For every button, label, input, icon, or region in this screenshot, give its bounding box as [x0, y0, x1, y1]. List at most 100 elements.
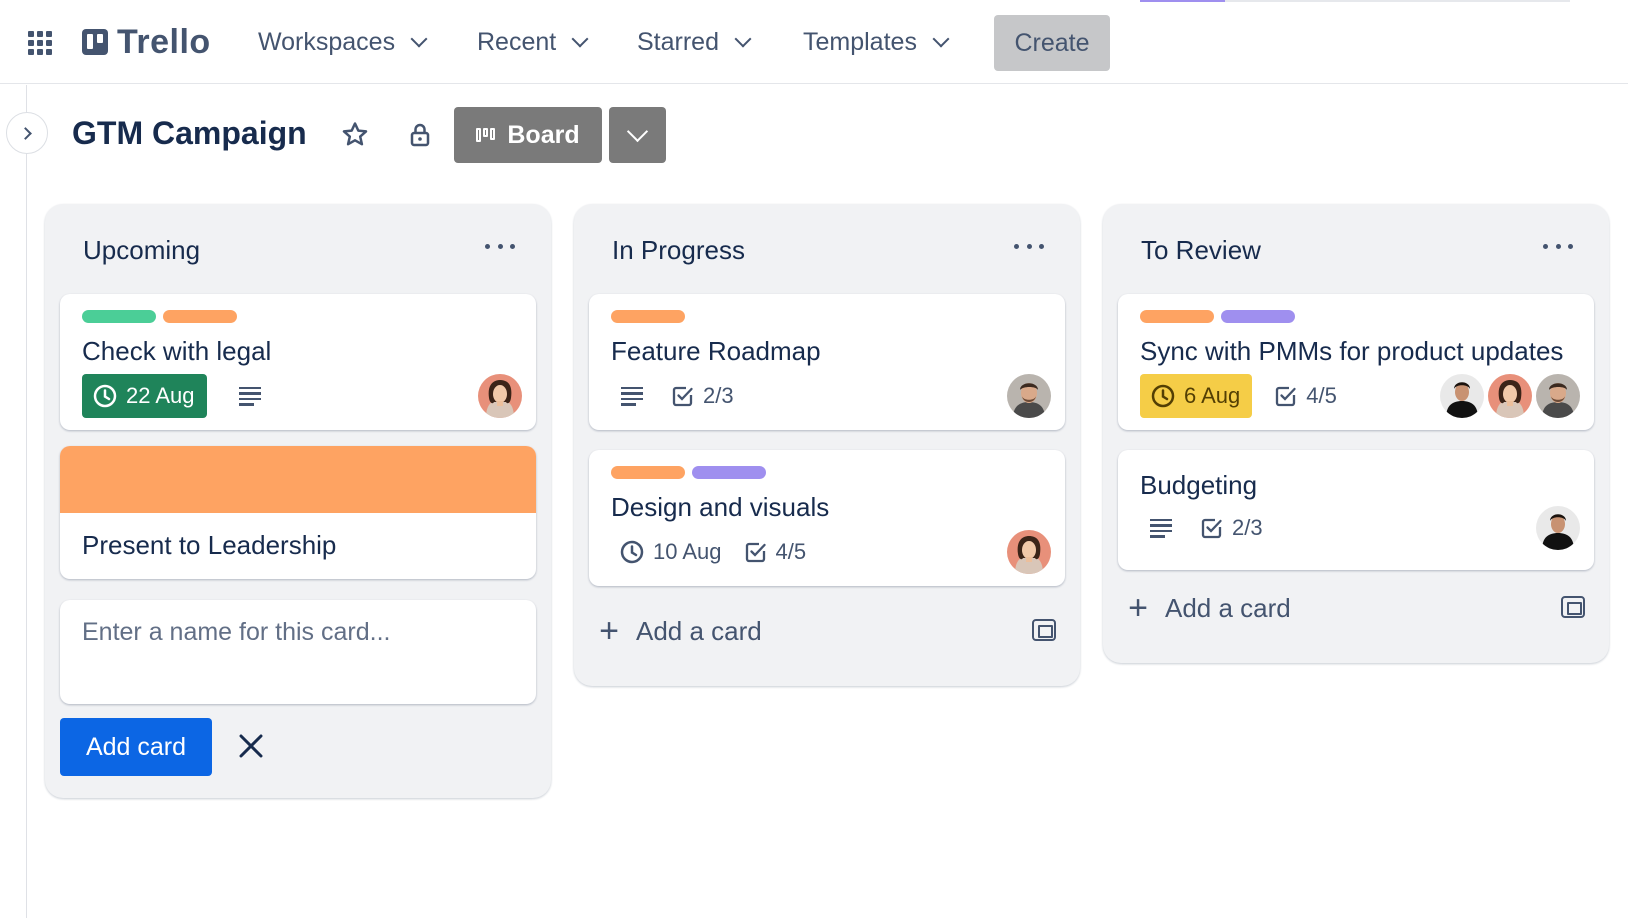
chevron-down-icon	[410, 30, 428, 48]
label-green[interactable]	[82, 310, 156, 323]
card-labels	[611, 310, 685, 323]
card-title: Present to Leadership	[82, 530, 337, 560]
card-cover-orange	[60, 446, 536, 513]
card-labels	[1140, 310, 1295, 323]
create-from-template-icon[interactable]	[1032, 619, 1056, 641]
member-avatar[interactable]	[1440, 374, 1484, 418]
board-visibility-button[interactable]	[405, 120, 435, 150]
checklist-badge: 2/3	[1200, 506, 1263, 550]
due-date-text: 10 Aug	[653, 539, 722, 564]
trello-wordmark: Trello	[117, 22, 211, 61]
add-a-card-button[interactable]: + Add a card	[1125, 583, 1585, 633]
card-present-to-leadership[interactable]: Present to Leadership	[60, 446, 536, 579]
card-badges: 10 Aug 4/5	[611, 530, 828, 574]
member-avatar[interactable]	[1536, 506, 1580, 550]
label-orange[interactable]	[611, 310, 685, 323]
card-budgeting[interactable]: Budgeting 2/3	[1118, 450, 1594, 570]
nav-workspaces-label: Workspaces	[258, 27, 396, 56]
card-feature-roadmap[interactable]: Feature Roadmap 2/3	[589, 294, 1065, 430]
board-view-button[interactable]: Board	[454, 107, 602, 163]
list-title[interactable]: In Progress	[612, 235, 745, 266]
star-board-button[interactable]	[340, 120, 370, 150]
add-a-card-label: Add a card	[1165, 592, 1291, 623]
card-members	[478, 374, 522, 418]
nav-templates-label: Templates	[803, 27, 917, 56]
member-avatar[interactable]	[1007, 374, 1051, 418]
card-members	[1440, 374, 1580, 418]
list-actions-more-icon[interactable]	[1014, 236, 1044, 256]
trello-logo[interactable]: Trello	[82, 22, 211, 62]
chevron-down-icon	[571, 30, 589, 48]
description-icon	[1150, 518, 1172, 538]
due-date-badge-due-soon[interactable]: 6 Aug	[1140, 374, 1253, 418]
new-card-composer	[60, 600, 536, 704]
chevron-right-icon	[18, 126, 32, 140]
checklist-badge: 4/5	[744, 530, 806, 574]
member-avatar[interactable]	[1488, 374, 1532, 418]
label-purple[interactable]	[692, 466, 766, 479]
card-badges: 2/3	[1140, 506, 1285, 550]
label-orange[interactable]	[1140, 310, 1214, 323]
list-actions-more-icon[interactable]	[485, 236, 515, 256]
label-orange[interactable]	[611, 466, 685, 479]
board-title[interactable]: GTM Campaign	[72, 115, 307, 152]
clock-icon	[620, 540, 644, 564]
list-actions-more-icon[interactable]	[1543, 236, 1573, 256]
create-from-template-icon[interactable]	[1561, 596, 1585, 618]
add-a-card-label: Add a card	[636, 615, 762, 646]
app-switcher-icon[interactable]	[28, 31, 52, 55]
due-date-text: 6 Aug	[1184, 383, 1241, 408]
card-members	[1007, 530, 1051, 574]
create-button[interactable]: Create	[994, 15, 1110, 71]
board-view-label: Board	[507, 120, 580, 149]
member-avatar[interactable]	[478, 374, 522, 418]
member-avatar[interactable]	[1007, 530, 1051, 574]
checklist-icon	[745, 542, 766, 563]
star-icon	[342, 122, 368, 146]
card-badges: 6 Aug 4/5	[1140, 374, 1359, 418]
due-date-badge[interactable]: 10 Aug	[611, 530, 722, 574]
card-check-with-legal[interactable]: Check with legal 22 Aug	[60, 294, 536, 430]
card-design-and-visuals[interactable]: Design and visuals 10 Aug 4/5	[589, 450, 1065, 586]
plus-icon: +	[1128, 588, 1148, 627]
label-orange[interactable]	[163, 310, 237, 323]
nav-templates-menu[interactable]: Templates	[803, 22, 950, 62]
description-icon	[621, 386, 643, 406]
checklist-count: 2/3	[703, 383, 734, 408]
new-card-name-input[interactable]	[60, 600, 536, 704]
due-date-text: 22 Aug	[126, 383, 195, 408]
lock-icon	[410, 123, 430, 147]
list-title[interactable]: To Review	[1141, 235, 1261, 266]
list-header: To Review	[1103, 204, 1609, 294]
card-members	[1007, 374, 1051, 418]
add-a-card-button[interactable]: + Add a card	[596, 606, 1056, 656]
nav-workspaces-menu[interactable]: Workspaces	[258, 22, 428, 62]
card-title: Check with legal	[82, 336, 272, 366]
trello-logo-icon	[82, 29, 108, 55]
description-icon	[238, 386, 261, 406]
switch-view-dropdown[interactable]	[609, 107, 666, 163]
card-title: Feature Roadmap	[611, 336, 821, 366]
close-composer-button[interactable]	[235, 730, 267, 762]
expand-sidebar-button[interactable]	[6, 112, 48, 154]
label-purple[interactable]	[1221, 310, 1295, 323]
due-date-badge-complete[interactable]: 22 Aug	[82, 374, 207, 418]
card-title: Budgeting	[1140, 470, 1258, 500]
member-avatar[interactable]	[1536, 374, 1580, 418]
board-view-icon	[476, 128, 496, 142]
nav-recent-menu[interactable]: Recent	[477, 22, 589, 62]
list-in-progress: In Progress Feature Roadmap 2/3 Design a…	[574, 204, 1080, 686]
card-sync-with-pmms[interactable]: Sync with PMMs for product updates 6 Aug…	[1118, 294, 1594, 430]
checklist-badge: 4/5	[1274, 374, 1337, 418]
checklist-icon	[1201, 518, 1222, 539]
close-icon	[239, 734, 263, 758]
list-header: Upcoming	[45, 204, 551, 294]
checklist-icon	[672, 386, 693, 407]
nav-starred-menu[interactable]: Starred	[637, 22, 752, 62]
add-card-submit-button[interactable]: Add card	[60, 718, 212, 776]
card-labels	[82, 310, 237, 323]
list-title[interactable]: Upcoming	[83, 235, 200, 266]
top-navigation-bar: Trello Workspaces Recent Starred Templat…	[0, 0, 1628, 84]
chevron-down-icon	[932, 30, 950, 48]
plus-icon: +	[599, 611, 619, 650]
